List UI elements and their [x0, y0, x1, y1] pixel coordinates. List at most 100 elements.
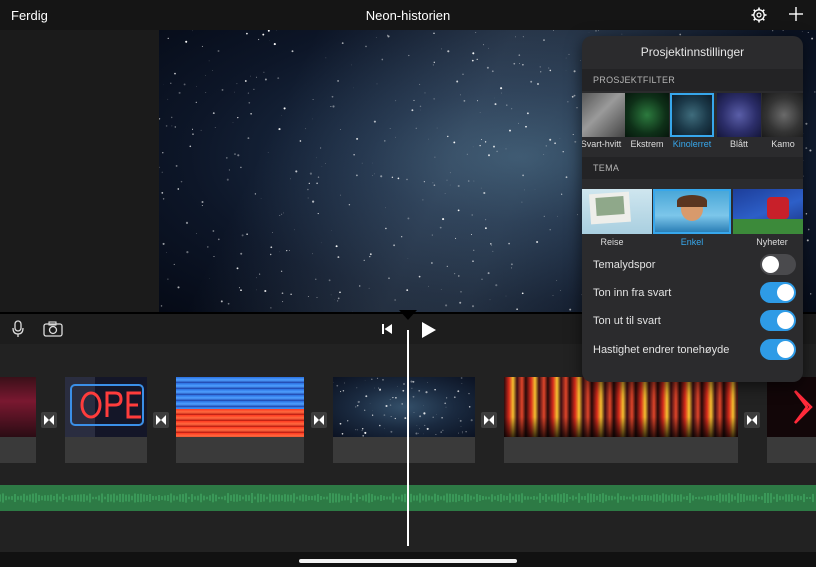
star — [419, 415, 422, 418]
setting-label: Temalydspor — [593, 259, 656, 271]
filter-thumb-ekstrem[interactable] — [625, 93, 669, 137]
star — [397, 177, 400, 180]
star — [515, 36, 516, 38]
star — [214, 127, 216, 129]
star — [810, 293, 812, 295]
star — [213, 255, 215, 258]
star — [486, 66, 489, 69]
star — [406, 178, 408, 181]
star — [462, 73, 464, 75]
star — [256, 289, 257, 291]
star — [269, 40, 271, 41]
neon-shape-graphic — [794, 390, 813, 424]
filter-thumb-blatt[interactable] — [717, 93, 761, 137]
star — [466, 153, 468, 155]
star — [317, 213, 319, 215]
clip-open-sign[interactable] — [65, 377, 147, 437]
star — [539, 66, 541, 68]
star — [525, 125, 527, 128]
star — [495, 284, 498, 287]
star — [432, 416, 434, 418]
star — [621, 33, 623, 35]
transition-button[interactable] — [153, 412, 169, 428]
clip-neon-shape[interactable] — [767, 377, 816, 437]
star — [401, 236, 403, 238]
microphone-icon[interactable] — [10, 320, 26, 338]
transition-button[interactable] — [481, 412, 497, 428]
star — [305, 128, 307, 130]
star — [191, 128, 194, 130]
clip-neon-stripes[interactable] — [176, 377, 304, 437]
theme-thumb-nyheter[interactable] — [733, 189, 803, 234]
star — [332, 105, 335, 108]
star — [457, 432, 459, 434]
clip-starry-sky[interactable] — [333, 377, 475, 437]
fade-out-toggle[interactable] — [760, 310, 796, 331]
clip-city-signs[interactable] — [504, 377, 738, 437]
theme-label-selected: Enkel — [680, 237, 704, 247]
star — [423, 433, 424, 435]
toggle-knob — [777, 312, 794, 329]
star — [315, 278, 317, 280]
star — [470, 419, 473, 422]
star — [294, 229, 295, 231]
star — [316, 297, 318, 298]
filter-section-header: PROSJEKTFILTER — [582, 69, 803, 91]
camera-icon[interactable] — [43, 321, 63, 337]
filter-thumb-kamo[interactable] — [762, 93, 803, 137]
star — [170, 116, 173, 119]
star — [447, 50, 450, 53]
speed-pitch-toggle[interactable] — [760, 339, 796, 360]
transition-button[interactable] — [744, 412, 760, 428]
star — [368, 287, 370, 289]
star — [341, 42, 344, 44]
skip-to-start-icon[interactable] — [381, 323, 393, 335]
star — [196, 86, 197, 87]
star — [277, 77, 280, 79]
star — [316, 182, 318, 185]
star — [363, 259, 365, 262]
star — [228, 169, 230, 171]
filter-section-label: PROSJEKTFILTER — [593, 75, 676, 85]
theme-thumb-reise[interactable] — [582, 189, 652, 234]
star — [553, 30, 554, 31]
star — [232, 122, 234, 123]
play-icon[interactable] — [421, 321, 437, 339]
project-settings-popover: Prosjektinnstillinger PROSJEKTFILTER Sva… — [582, 36, 803, 382]
plus-icon[interactable] — [788, 6, 804, 22]
theme-music-toggle[interactable] — [760, 254, 796, 275]
star — [312, 200, 315, 203]
star — [439, 226, 442, 229]
star — [385, 207, 386, 209]
star — [283, 107, 286, 110]
clip-neon-street-1[interactable] — [0, 377, 36, 437]
gear-icon[interactable] — [751, 7, 767, 23]
filter-thumb-bw[interactable] — [582, 93, 625, 137]
clip-track — [176, 437, 304, 463]
theme-thumb-enkel[interactable] — [653, 189, 731, 234]
transition-button[interactable] — [41, 412, 57, 428]
star — [374, 173, 375, 175]
star — [506, 104, 508, 106]
star — [559, 138, 561, 139]
star — [545, 145, 547, 147]
star — [427, 382, 428, 383]
star — [468, 392, 470, 395]
star — [510, 263, 513, 266]
star — [418, 389, 421, 392]
playhead[interactable] — [407, 330, 409, 546]
transition-button[interactable] — [311, 412, 327, 428]
fade-in-toggle[interactable] — [760, 282, 796, 303]
star — [524, 189, 525, 191]
star — [571, 95, 574, 98]
star — [336, 384, 339, 387]
star — [501, 92, 502, 94]
star — [339, 422, 342, 425]
star — [598, 30, 599, 32]
star — [479, 144, 481, 147]
home-indicator[interactable] — [299, 559, 517, 563]
star — [428, 138, 429, 140]
filter-thumb-kinolerret[interactable] — [670, 93, 714, 137]
nyheter-field — [733, 219, 803, 234]
star — [440, 289, 442, 290]
